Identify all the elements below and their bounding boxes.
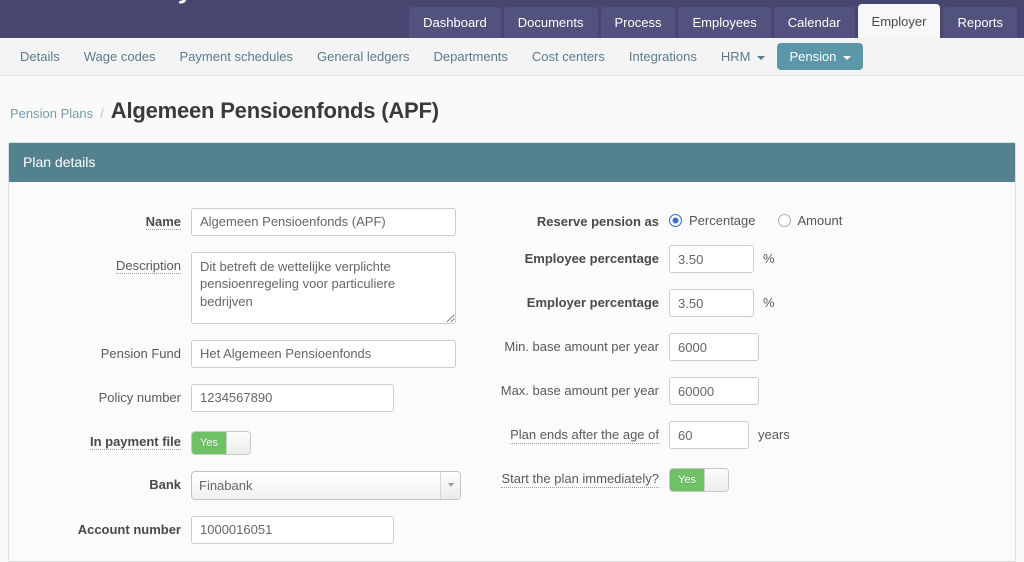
subnav-label: Departments [433,49,508,64]
field-row-min-base-amount: Min. base amount per year [479,333,949,362]
radio-label: Amount [797,212,843,228]
field-row-start-immediately: Start the plan immediately? Yes [479,465,949,493]
radio-label: Percentage [689,212,756,228]
label-employer-percentage: Employer percentage [526,295,659,311]
breadcrumb-link-pension-plans[interactable]: Pension Plans [10,106,93,121]
subnav-item-details[interactable]: Details [8,43,72,70]
page-title: Algemeen Pensioenfonds (APF) [110,98,439,123]
subnav-item-pension[interactable]: Pension [777,43,864,70]
subnav-label: Details [20,49,60,64]
toggle-on-label: Yes [670,469,704,492]
toggle-knob [226,431,250,454]
label-employee-percentage: Employee percentage [524,251,659,267]
label-name: Name [145,213,181,231]
subnav-item-hrm[interactable]: HRM [709,43,778,70]
min-base-amount-input[interactable] [669,333,759,362]
label-wrap-in-payment-file: In payment file [9,428,191,451]
bank-select-wrapper: Finabank [191,470,461,500]
tab-reports[interactable]: Reports [943,7,1017,38]
tab-dashboard[interactable]: Dashboard [409,7,501,38]
label-account-number: Account number [77,521,181,537]
field-row-employee-percentage: Employee percentage % [479,245,949,274]
label-wrap-name: Name [9,208,191,231]
label-wrap-description: Description [9,252,191,275]
subnav-item-payment-schedules[interactable]: Payment schedules [168,43,305,70]
radio-option-percentage[interactable]: Percentage [669,213,756,228]
label-wrap-start-immediately: Start the plan immediately? [479,465,669,488]
brand-logo-fragment: y [180,0,195,5]
policy-number-input[interactable] [191,383,394,412]
subnav-item-departments[interactable]: Departments [421,43,519,70]
subnav-label: Cost centers [531,49,605,64]
field-row-name: Name [9,207,479,236]
bank-select[interactable]: Finabank [191,470,461,500]
max-base-amount-input[interactable] [669,377,759,406]
subnav-item-general-ledgers[interactable]: General ledgers [305,43,422,70]
in-payment-file-toggle[interactable]: Yes [191,430,251,455]
start-immediately-toggle[interactable]: Yes [669,468,729,493]
label-reserve-pension-as: Reserve pension as [536,213,659,229]
label-in-payment-file: In payment file [89,433,181,451]
pension-fund-input[interactable] [191,339,456,368]
tab-documents[interactable]: Documents [503,7,598,38]
radio-unchecked-icon[interactable] [777,213,791,227]
label-wrap-plan-ends-age: Plan ends after the age of [479,421,669,444]
label-min-base-amount: Min. base amount per year [504,339,659,355]
label-max-base-amount: Max. base amount per year [500,383,659,399]
secondary-navigation: Details Wage codes Payment schedules Gen… [0,38,1024,76]
tab-calendar[interactable]: Calendar [773,7,855,38]
subnav-label: General ledgers [316,49,410,64]
form-column-left: Name Description Dit betreft de wettelij… [9,207,479,561]
plan-details-panel: Plan details Name Description Dit betref… [8,142,1016,562]
radio-option-amount[interactable]: Amount [777,212,843,228]
label-plan-ends-after-age: Plan ends after the age of [510,427,659,444]
field-row-plan-ends-age: Plan ends after the age of years [479,421,949,450]
chevron-down-icon [757,55,766,60]
field-row-max-base-amount: Max. base amount per year [479,377,949,406]
panel-body: Name Description Dit betreft de wettelij… [9,181,1015,561]
subnav-label: Pension [789,49,837,64]
subnav-label: Wage codes [83,49,156,64]
top-header-bar: y Dashboard Documents Process Employees … [0,0,1024,38]
field-row-pension-fund: Pension Fund [9,339,479,368]
breadcrumb: Pension Plans / Algemeen Pensioenfonds (… [0,76,1024,124]
subnav-item-cost-centers[interactable]: Cost centers [520,43,617,70]
description-textarea[interactable]: Dit betreft de wettelijke verplichte pen… [191,251,456,324]
label-description: Description [115,257,181,275]
tab-employees[interactable]: Employees [678,7,771,38]
toggle-knob [704,469,728,492]
plan-ends-age-input[interactable] [669,421,749,450]
form-column-right: Reserve pension as Percentage Amount Emp… [479,208,949,561]
panel-header: Plan details [9,143,1015,182]
label-policy-number: Policy number [98,389,181,405]
subnav-label: Payment schedules [179,49,293,64]
name-input[interactable] [191,207,456,236]
field-row-reserve-pension-as: Reserve pension as Percentage Amount [479,208,949,230]
tab-process[interactable]: Process [600,7,676,38]
label-start-plan-immediately: Start the plan immediately? [501,471,659,488]
tab-employer[interactable]: Employer [857,4,941,38]
field-row-description: Description Dit betreft de wettelijke ve… [9,251,479,324]
employer-percentage-input[interactable] [669,289,754,318]
breadcrumb-separator: / [100,106,104,121]
chevron-down-icon [843,55,852,60]
label-bank: Bank [149,476,181,492]
employee-percentage-input[interactable] [669,245,754,274]
field-row-bank: Bank Finabank [9,470,479,500]
primary-navigation: Dashboard Documents Process Employees Ca… [409,0,1024,38]
field-row-in-payment-file: In payment file Yes [9,428,479,455]
unit-percent: % [763,251,775,267]
subnav-item-integrations[interactable]: Integrations [617,43,709,70]
unit-percent: % [763,295,775,311]
reserve-pension-radio-group: Percentage Amount [669,208,842,228]
toggle-on-label: Yes [192,431,226,454]
subnav-item-wage-codes[interactable]: Wage codes [72,43,168,70]
unit-years: years [758,427,790,443]
field-row-employer-percentage: Employer percentage % [479,289,949,318]
radio-checked-icon[interactable] [669,213,682,227]
subnav-label: HRM [720,49,751,64]
subnav-label: Integrations [628,49,697,64]
field-row-policy-number: Policy number [9,383,479,412]
label-pension-fund: Pension Fund [100,345,181,361]
